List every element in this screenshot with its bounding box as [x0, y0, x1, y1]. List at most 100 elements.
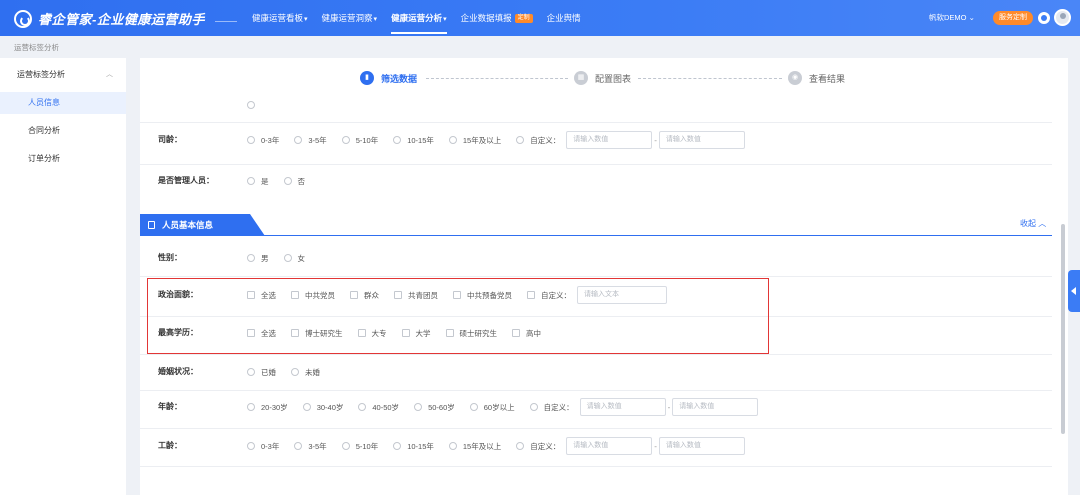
scrollbar[interactable]	[1061, 224, 1065, 434]
radio-option-custom[interactable]: 自定义：	[516, 135, 560, 146]
radio-option-custom[interactable]: 自定义：	[516, 441, 560, 452]
radio-option[interactable]: 3-5年	[294, 135, 327, 146]
eye-icon: ◉	[788, 71, 802, 85]
age-max-input[interactable]: 请输入数值	[672, 398, 759, 416]
radio-icon[interactable]	[529, 403, 538, 411]
app-title: 睿企管家-企业健康运营助手	[38, 12, 205, 27]
service-custom-button[interactable]: 服务定制	[993, 11, 1033, 25]
nav-item-health-analysis[interactable]: 健康运营分析▾	[391, 0, 447, 36]
radio-icon[interactable]	[516, 442, 525, 450]
radio-icon[interactable]	[302, 403, 311, 411]
option-label: 女	[297, 253, 306, 263]
seniority-max-input[interactable]: 请输入数值	[658, 131, 745, 149]
nav-item-health-board[interactable]: 健康运营看板▾	[252, 0, 308, 36]
sidebar-item-contract[interactable]: 合同分析	[0, 120, 126, 142]
sidebar-item-order[interactable]: 订单分析	[0, 148, 126, 170]
radio-icon[interactable]	[247, 368, 255, 376]
step-config-chart[interactable]: ▦ 配置图表	[574, 71, 631, 85]
step-filter-data[interactable]: ▮ 筛选数据	[360, 71, 417, 85]
radio-icon[interactable]	[291, 368, 299, 376]
radio-icon[interactable]	[469, 403, 478, 411]
radio-icon[interactable]	[358, 403, 367, 411]
form-row-partial	[140, 100, 1052, 122]
radio-icon[interactable]	[283, 254, 292, 262]
collapse-label: 收起	[1020, 219, 1036, 228]
radio-option[interactable]: 15年及以上	[448, 135, 501, 146]
radio-option[interactable]: 50-60岁	[414, 402, 455, 413]
radio-option-custom[interactable]: 自定义：	[529, 402, 574, 413]
option-label: 10-15年	[407, 135, 434, 145]
radio-icon[interactable]	[414, 403, 423, 411]
radio-option[interactable]: 未婚	[291, 367, 320, 378]
collapse-toggle[interactable]: 收起 ︿	[1020, 218, 1046, 229]
radio-option[interactable]: 40-50岁	[358, 402, 399, 413]
nav-item-health-insight[interactable]: 健康运营洞察▾	[322, 0, 378, 36]
radio-icon[interactable]	[247, 136, 255, 144]
step-connector	[638, 78, 782, 79]
seniority-min-input[interactable]: 请输入数值	[566, 131, 653, 149]
nav-item-data-entry[interactable]: 企业数据填报 定制	[461, 0, 533, 36]
radio-icon[interactable]	[516, 136, 525, 144]
nav-item-public-opinion[interactable]: 企业舆情	[547, 0, 581, 36]
option-label: 30-40岁	[316, 402, 344, 412]
radio-icon[interactable]	[247, 177, 255, 185]
radio-option[interactable]: 5-10年	[341, 135, 378, 146]
option-label: 已婚	[261, 367, 276, 377]
range-dash: -	[654, 135, 657, 145]
avatar[interactable]	[1054, 9, 1071, 26]
radio-icon[interactable]	[247, 442, 255, 450]
step-view-result[interactable]: ◉ 查看结果	[788, 71, 845, 85]
section-title-text: 人员基本信息	[162, 220, 214, 230]
radio-icon[interactable]	[294, 136, 303, 144]
chevron-up-icon[interactable]: ︿	[106, 69, 113, 79]
radio-icon[interactable]	[393, 442, 402, 450]
age-min-input[interactable]: 请输入数值	[579, 398, 666, 416]
radio-icon[interactable]	[247, 101, 255, 109]
sidebar-item-personnel[interactable]: 人员信息	[0, 92, 126, 114]
radio-icon[interactable]	[448, 442, 457, 450]
radio-option[interactable]: 0-3年	[247, 135, 279, 146]
radio-icon[interactable]	[247, 403, 255, 411]
radio-option[interactable]: 是	[247, 176, 269, 187]
user-menu[interactable]: 帆软DEMO ⌄	[929, 0, 975, 36]
option-label: 自定义：	[543, 402, 574, 412]
radio-option[interactable]: 5-10年	[341, 441, 378, 452]
sidebar-group-title[interactable]: 运营标签分析	[17, 69, 65, 80]
radio-option[interactable]: 10-15年	[393, 441, 434, 452]
work-years-min-input[interactable]: 请输入数值	[566, 437, 653, 455]
radio-option[interactable]: 女	[283, 253, 306, 264]
radio-option[interactable]: 15年及以上	[448, 441, 501, 452]
radio-icon[interactable]	[283, 177, 292, 185]
radio-option[interactable]: 20-30岁	[247, 402, 288, 413]
radio-icon[interactable]	[294, 442, 303, 450]
field-label: 是否管理人员：	[158, 176, 214, 185]
work-years-max-input[interactable]: 请输入数值	[658, 437, 745, 455]
option-label: 3-5年	[308, 441, 327, 451]
radio-option[interactable]: 0-3年	[247, 441, 279, 452]
radio-icon[interactable]	[448, 136, 457, 144]
settings-icon[interactable]	[1038, 12, 1050, 24]
collapse-panel-handle[interactable]	[1068, 270, 1080, 312]
radio-option[interactable]: 否	[283, 176, 305, 187]
nav-item-label: 企业舆情	[546, 13, 581, 23]
radio-option[interactable]: 60岁以上	[469, 402, 515, 413]
chevron-down-icon: ⌄	[968, 13, 975, 22]
radio-option[interactable]: 10-15年	[393, 135, 434, 146]
radio-option[interactable]: 已婚	[247, 367, 276, 378]
radio-icon[interactable]	[341, 442, 350, 450]
app-logo[interactable]: 睿企管家-企业健康运营助手	[14, 9, 205, 28]
logo-icon	[14, 9, 32, 28]
radio-option[interactable]: 3-5年	[294, 441, 327, 452]
radio-icon[interactable]	[341, 136, 350, 144]
option-label: 是	[261, 176, 269, 186]
form-row-age: 年龄： 20-30岁 30-40岁 40-50岁 50-60岁 60岁以上 自定…	[140, 390, 1052, 424]
radio-icon[interactable]	[247, 254, 255, 262]
filter-form[interactable]: 司龄： 0-3年 3-5年 5-10年 10-15年 15年及以上 自定义： 请…	[140, 100, 1068, 495]
radio-option[interactable]: 30-40岁	[302, 402, 344, 413]
option-label: 男	[261, 253, 269, 263]
radio-icon[interactable]	[393, 136, 402, 144]
custom-badge: 定制	[514, 14, 533, 24]
step-label: 配置图表	[595, 73, 632, 84]
radio-option[interactable]: 男	[247, 253, 269, 264]
chart-icon: ▮	[360, 71, 374, 85]
